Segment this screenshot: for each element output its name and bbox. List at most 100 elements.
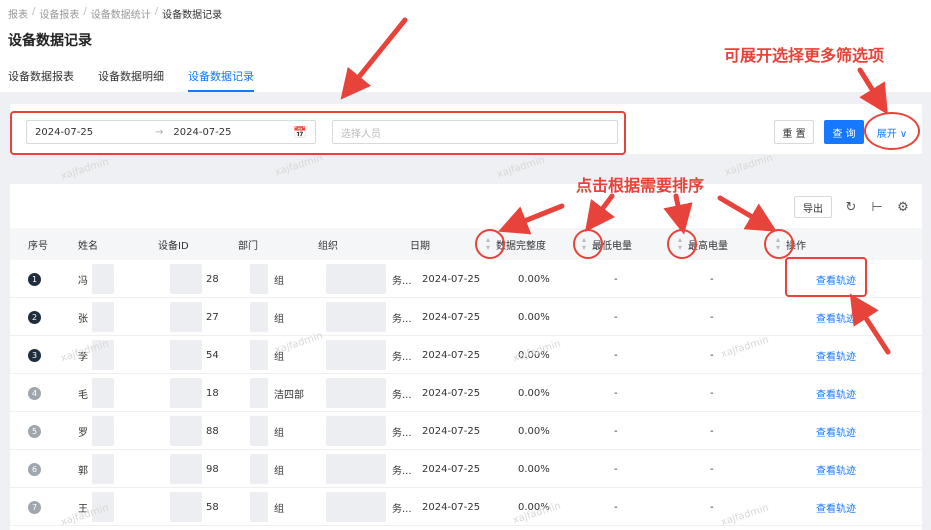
redacted-block <box>92 264 114 294</box>
name-cell: 张 <box>78 313 88 325</box>
redacted-block <box>170 492 202 522</box>
organization-cell: 务... <box>392 313 412 325</box>
settings-icon[interactable]: ⚙ <box>896 200 910 215</box>
breadcrumb-current: 设备数据记录 <box>162 10 223 21</box>
completeness-cell: 0.00% <box>518 349 550 361</box>
watermark: xajfadmin <box>273 152 325 179</box>
redacted-block <box>92 416 114 446</box>
date-cell: 2024-07-25 <box>422 273 481 285</box>
redacted-block <box>170 264 202 294</box>
breadcrumb-item[interactable]: 设备数据统计 <box>91 6 151 21</box>
max-battery-cell: - <box>710 311 714 323</box>
view-track-link[interactable]: 查看轨迹 <box>816 500 856 515</box>
date-cell: 2024-07-25 <box>422 463 481 475</box>
annotation-action-box <box>785 257 867 297</box>
redacted-block <box>326 454 386 484</box>
date-cell: 2024-07-25 <box>422 501 481 513</box>
completeness-cell: 0.00% <box>518 311 550 323</box>
watermark: xajfadmin <box>59 156 111 183</box>
name-cell: 罗 <box>78 427 88 439</box>
max-battery-cell: - <box>710 349 714 361</box>
annotation-sort-circle <box>667 229 697 259</box>
department-cell: 组 <box>274 275 284 287</box>
view-track-link[interactable]: 查看轨迹 <box>816 462 856 477</box>
department-cell: 组 <box>274 465 284 477</box>
query-button[interactable]: 查 询 <box>824 120 864 144</box>
annotation-sort-circle <box>475 229 505 259</box>
breadcrumb-separator: / <box>32 6 36 17</box>
reset-button[interactable]: 重 置 <box>774 120 814 144</box>
watermark: xajfadmin <box>495 154 547 181</box>
redacted-block <box>250 264 268 294</box>
table-row: 2 张 27 组 务... 2024-07-25 0.00% - - 查看轨迹 <box>10 298 922 336</box>
redacted-block <box>170 416 202 446</box>
redacted-block <box>326 492 386 522</box>
annotation-filter-box <box>10 111 626 155</box>
annotation-expand-hint: 可展开选择更多筛选项 <box>724 46 885 65</box>
device-id-cell: 28 <box>206 273 219 285</box>
department-cell: 组 <box>274 503 284 515</box>
table-row: 7 王 58 组 务... 2024-07-25 0.00% - - 查看轨迹 <box>10 488 922 526</box>
date-cell: 2024-07-25 <box>422 349 481 361</box>
completeness-cell: 0.00% <box>518 387 550 399</box>
department-cell: 组 <box>274 313 284 325</box>
organization-cell: 务... <box>392 427 412 439</box>
device-id-cell: 88 <box>206 425 219 437</box>
device-id-cell: 18 <box>206 387 219 399</box>
min-battery-cell: - <box>614 387 618 399</box>
max-battery-cell: - <box>710 387 714 399</box>
export-button[interactable]: 导出 <box>794 196 832 218</box>
row-index-badge: 7 <box>28 500 41 514</box>
row-index-badge: 3 <box>28 348 41 362</box>
organization-cell: 务... <box>392 275 412 287</box>
table-row: 5 罗 88 组 务... 2024-07-25 0.00% - - 查看轨迹 <box>10 412 922 450</box>
device-id-cell: 98 <box>206 463 219 475</box>
department-cell: 洁四部 <box>274 389 304 401</box>
column-header-name: 姓名 <box>78 240 98 252</box>
redacted-block <box>250 302 268 332</box>
redacted-block <box>92 340 114 370</box>
min-battery-cell: - <box>614 311 618 323</box>
completeness-cell: 0.00% <box>518 273 550 285</box>
min-battery-cell: - <box>614 425 618 437</box>
date-cell: 2024-07-25 <box>422 311 481 323</box>
annotation-sort-circle <box>573 229 603 259</box>
breadcrumb-separator: / <box>83 6 87 17</box>
min-battery-cell: - <box>614 349 618 361</box>
view-track-link[interactable]: 查看轨迹 <box>816 310 856 325</box>
row-index-badge: 1 <box>28 272 41 286</box>
redacted-block <box>250 416 268 446</box>
row-index-badge: 4 <box>28 386 41 400</box>
organization-cell: 务... <box>392 389 412 401</box>
row-index-badge: 6 <box>28 462 41 476</box>
min-battery-cell: - <box>614 501 618 513</box>
redacted-block <box>326 264 386 294</box>
column-height-icon[interactable]: ⊢ <box>870 200 884 215</box>
tab-device-record[interactable]: 设备数据记录 <box>188 68 254 92</box>
name-cell: 冯 <box>78 275 88 287</box>
row-index-badge: 2 <box>28 310 41 324</box>
completeness-cell: 0.00% <box>518 463 550 475</box>
view-track-link[interactable]: 查看轨迹 <box>816 348 856 363</box>
table-toolbar: 导出 ↻ ⊢ ⚙ <box>794 196 910 218</box>
redacted-block <box>250 454 268 484</box>
tab-device-detail[interactable]: 设备数据明细 <box>98 68 164 92</box>
completeness-cell: 0.00% <box>518 501 550 513</box>
breadcrumb-item[interactable]: 设备报表 <box>39 6 79 21</box>
view-track-link[interactable]: 查看轨迹 <box>816 424 856 439</box>
table-row: 6 郭 98 组 务... 2024-07-25 0.00% - - 查看轨迹 <box>10 450 922 488</box>
breadcrumb-item[interactable]: 报表 <box>8 6 28 21</box>
refresh-icon[interactable]: ↻ <box>844 200 858 215</box>
redacted-block <box>170 340 202 370</box>
tab-device-report[interactable]: 设备数据报表 <box>8 68 74 92</box>
min-battery-cell: - <box>614 273 618 285</box>
page-title: 设备数据记录 <box>8 33 92 49</box>
max-battery-cell: - <box>710 501 714 513</box>
organization-cell: 务... <box>392 465 412 477</box>
organization-cell: 务... <box>392 503 412 515</box>
redacted-block <box>170 302 202 332</box>
column-header-organization: 组织 <box>318 240 338 252</box>
view-track-link[interactable]: 查看轨迹 <box>816 386 856 401</box>
date-cell: 2024-07-25 <box>422 425 481 437</box>
redacted-block <box>92 492 114 522</box>
